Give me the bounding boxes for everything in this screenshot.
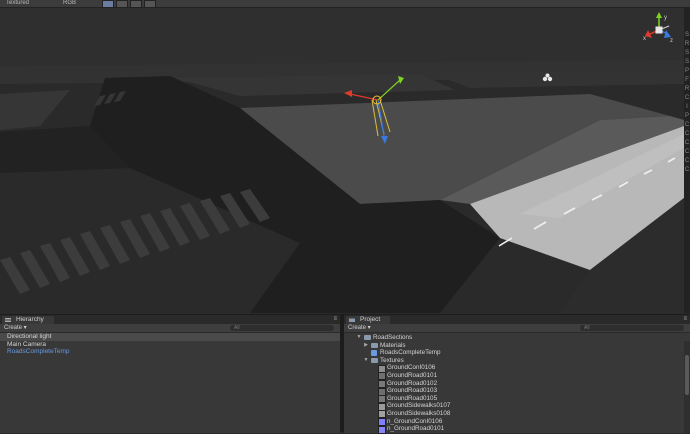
project-item-label: GroundSidewalks0107 <box>387 402 451 410</box>
project-item[interactable]: GroundSidewalks0108 <box>344 409 690 419</box>
gutter-glyph: C <box>684 167 690 173</box>
folder-icon <box>371 342 378 348</box>
project-scrollbar[interactable] <box>684 341 690 433</box>
project-item[interactable]: n_GroundConI0106 <box>344 417 690 427</box>
scene-toolbar: Textured RGB <box>0 0 690 8</box>
hierarchy-toolbar: Create ▾ All <box>0 324 340 333</box>
inspector-gutter: SRSSPFRCIPCCCCCC <box>684 8 690 313</box>
project-panel: Project ≡ Create ▾ All ▼ RoadSections ▶ Mat… <box>344 314 690 434</box>
hierarchy-list: Directional light Main Camera RoadsComplet… <box>0 333 340 356</box>
expanded-arrow-icon[interactable]: ▼ <box>363 357 369 365</box>
project-item-label: Materials <box>380 341 406 349</box>
project-menu-icon[interactable]: ≡ <box>683 316 687 322</box>
project-tab[interactable]: Project <box>346 316 391 324</box>
project-create-button[interactable]: Create ▾ <box>348 324 371 332</box>
render-mode-dropdown[interactable]: RGB <box>57 0 82 7</box>
toggle-lighting-button[interactable] <box>116 0 129 7</box>
gizmo-y-label: y <box>664 15 667 21</box>
project-item[interactable]: GroundConI0106 <box>344 364 690 373</box>
hierarchy-tab[interactable]: Hierarchy <box>2 316 54 324</box>
project-create-label: Create <box>348 325 367 331</box>
project-item-label: GroundRoad0103 <box>387 387 438 395</box>
hierarchy-menu-icon[interactable]: ≡ <box>333 316 337 322</box>
expanded-arrow-icon[interactable]: ▼ <box>356 334 362 342</box>
hierarchy-tabbar: Hierarchy ≡ <box>0 315 340 324</box>
project-tabbar: Project ≡ <box>344 315 690 324</box>
project-search-input[interactable]: All <box>580 325 684 331</box>
folder-icon <box>371 357 378 363</box>
gutter-glyph: P <box>684 113 689 119</box>
gutter-glyph: C <box>684 140 690 146</box>
gizmo-center-cube <box>655 26 663 34</box>
project-item-label: GroundSidewalks0108 <box>387 409 451 417</box>
gizmo-x-label: x <box>643 36 646 42</box>
hierarchy-create-label: Create <box>4 325 23 331</box>
project-item-label: n_GroundConI0106 <box>387 417 443 425</box>
project-scrollbar-thumb[interactable] <box>685 355 689 395</box>
project-item-label: Textures <box>380 356 404 364</box>
shading-mode-dropdown[interactable]: Textured <box>0 0 35 7</box>
gutter-glyph: S <box>684 59 689 65</box>
project-item[interactable]: GroundRoad0105 <box>344 394 690 404</box>
scene-viewport[interactable]: y x z <box>0 8 684 313</box>
gutter-glyph: F <box>685 77 689 83</box>
hierarchy-item[interactable]: Directional light <box>0 333 340 341</box>
gutter-glyph: R <box>684 86 690 92</box>
gutter-glyph: C <box>684 122 690 128</box>
project-item[interactable]: ▼ RoadSections <box>344 334 690 342</box>
project-tab-label: Project <box>360 316 381 323</box>
gutter-glyph: R <box>684 41 690 47</box>
gutter-glyph: C <box>684 149 690 155</box>
project-item-label: GroundRoad0105 <box>387 394 438 402</box>
collapsed-arrow-icon[interactable]: ▶ <box>363 342 369 350</box>
gutter-glyph: C <box>684 95 690 101</box>
sky-fill <box>0 8 684 66</box>
gutter-glyph: S <box>684 32 689 38</box>
project-item[interactable]: GroundRoad0102 <box>344 379 690 389</box>
gutter-glyph: P <box>684 68 689 74</box>
project-item[interactable]: RoadsCompleteTemp <box>344 349 690 357</box>
project-item-label: GroundRoad0102 <box>387 379 438 387</box>
project-item[interactable]: ▼ Textures <box>344 357 690 365</box>
project-item[interactable]: GroundSidewalks0107 <box>344 402 690 411</box>
hierarchy-create-button[interactable]: Create ▾ <box>4 324 27 332</box>
toggle-effects-button[interactable] <box>144 0 157 7</box>
project-item-label: RoadSections <box>373 334 413 341</box>
project-list: ▼ RoadSections ▶ Materials RoadsCompleteTemp… <box>344 333 690 434</box>
gutter-glyph: C <box>684 158 690 164</box>
folder-icon <box>349 318 355 322</box>
hierarchy-tab-label: Hierarchy <box>16 316 44 323</box>
hierarchy-item[interactable]: RoadsCompleteTemp <box>0 348 340 356</box>
folder-icon <box>364 335 371 340</box>
list-icon <box>5 318 11 322</box>
project-item[interactable]: ▶ Materials <box>344 342 690 350</box>
hierarchy-panel: Hierarchy ≡ Create ▾ All Directional lig… <box>0 314 340 433</box>
scene-render: y x z <box>0 8 684 313</box>
project-item[interactable]: GroundRoad0101 <box>344 371 690 381</box>
hierarchy-search-input[interactable]: All <box>230 325 334 331</box>
project-item-label: RoadsCompleteTemp <box>380 349 441 357</box>
project-item-label: GroundRoad0101 <box>387 371 438 379</box>
project-item[interactable]: GroundRoad0103 <box>344 387 690 396</box>
project-item-label: GroundConI0106 <box>387 364 436 372</box>
project-toolbar: Create ▾ All <box>344 324 690 333</box>
toggle-audio-button[interactable] <box>130 0 143 7</box>
gutter-glyph: S <box>684 50 689 56</box>
texture-icon <box>378 425 386 434</box>
toggle-2d-button[interactable] <box>102 0 115 7</box>
hierarchy-item[interactable]: Main Camera <box>0 341 340 349</box>
gutter-glyph: I <box>686 104 688 110</box>
gizmo-z-label: z <box>670 38 673 44</box>
gutter-glyph: C <box>684 131 690 137</box>
prefab-icon <box>371 350 377 357</box>
